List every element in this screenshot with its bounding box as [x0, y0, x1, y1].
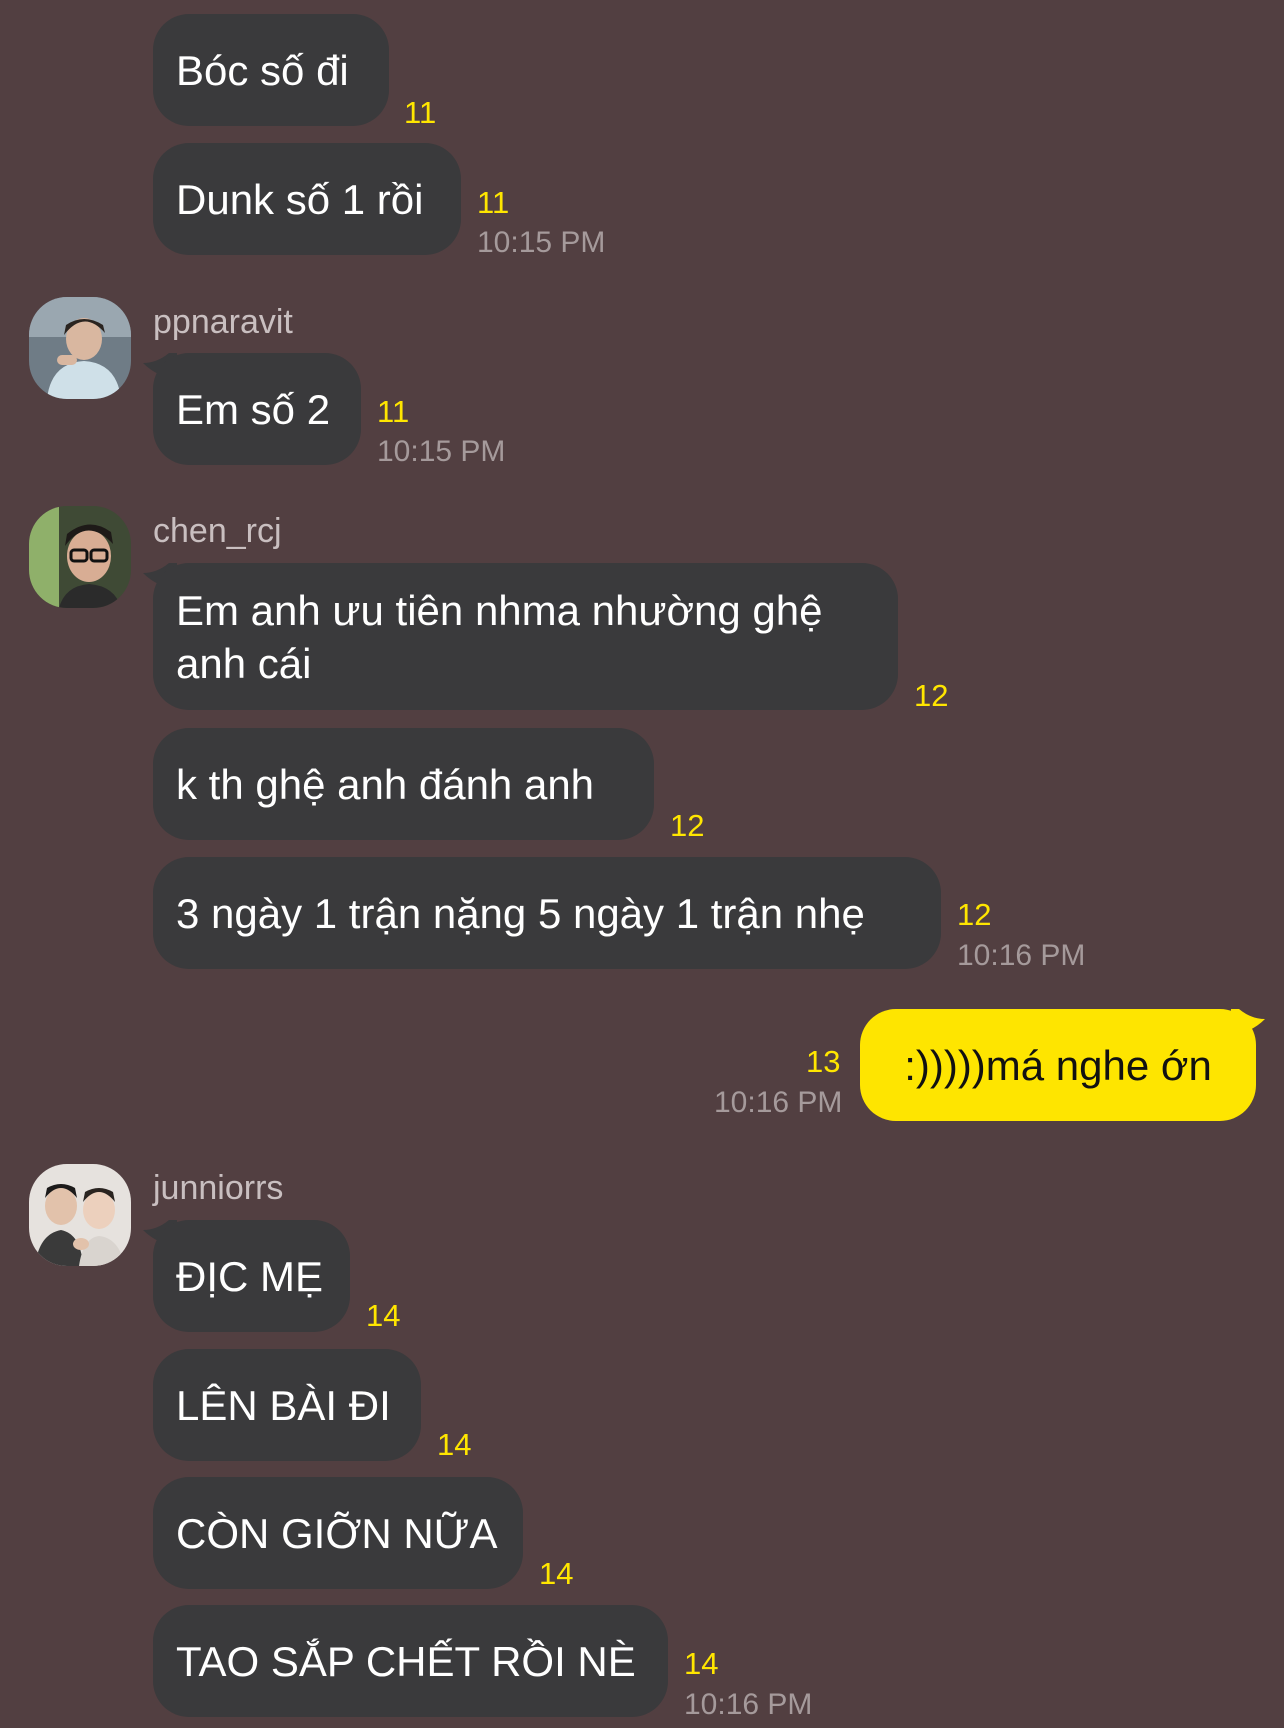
message-bubble[interactable]: Bóc số đi — [153, 14, 389, 126]
unread-count: 14 — [539, 1556, 574, 1591]
message-bubble[interactable]: CÒN GIỠN NỮA — [153, 1477, 523, 1589]
unread-count: 12 — [957, 897, 992, 932]
unread-count: 11 — [477, 185, 510, 220]
unread-count: 12 — [914, 678, 949, 713]
avatar[interactable] — [29, 506, 131, 608]
sender-name: junniorrs — [153, 1169, 284, 1207]
message-timestamp: 10:15 PM — [377, 435, 506, 468]
message-text: LÊN BÀI ĐI — [176, 1381, 391, 1429]
message-text: Em số 2 — [176, 385, 331, 433]
sender-name: chen_rcj — [153, 512, 282, 550]
unread-count: 14 — [684, 1646, 719, 1681]
avatar[interactable] — [29, 1164, 131, 1266]
message-text: TAO SẮP CHẾT RỒI NÈ — [176, 1637, 636, 1685]
message-text: k th ghệ anh đánh anh — [176, 760, 595, 808]
unread-count: 14 — [437, 1427, 472, 1462]
sender-name: ppnaravit — [153, 303, 293, 341]
message-text: Dunk số 1 rồi — [176, 175, 424, 223]
message-bubble[interactable]: TAO SẮP CHẾT RỒI NÈ — [153, 1605, 668, 1717]
message-text: 3 ngày 1 trận nặng 5 ngày 1 trận nhẹ — [176, 889, 865, 937]
message-bubble[interactable]: Em số 2 — [153, 353, 361, 465]
unread-count: 13 — [806, 1044, 841, 1079]
unread-count: 11 — [377, 394, 410, 429]
message-text: ĐỊC MẸ — [176, 1252, 323, 1300]
message-bubble[interactable]: Dunk số 1 rồi — [153, 143, 461, 255]
message-text: Bóc số đi — [176, 46, 349, 94]
message-bubble[interactable]: k th ghệ anh đánh anh — [153, 728, 654, 840]
message-timestamp: 10:15 PM — [477, 226, 606, 259]
unread-count: 14 — [366, 1298, 401, 1333]
unread-count: 11 — [404, 95, 437, 130]
unread-count: 12 — [670, 808, 705, 843]
message-text: CÒN GIỠN NỮA — [176, 1509, 498, 1557]
message-text: Em anh ưu tiên nhma nhường ghệ anh cái — [176, 587, 823, 687]
message-bubble[interactable]: LÊN BÀI ĐI — [153, 1349, 421, 1461]
message-bubble[interactable]: Em anh ưu tiên nhma nhường ghệ anh cái — [153, 563, 898, 710]
message-timestamp: 10:16 PM — [684, 1688, 813, 1721]
message-timestamp: 10:16 PM — [714, 1086, 843, 1119]
message-bubble[interactable]: ĐỊC MẸ — [153, 1220, 350, 1332]
message-timestamp: 10:16 PM — [957, 939, 1086, 972]
message-bubble[interactable]: 3 ngày 1 trận nặng 5 ngày 1 trận nhẹ — [153, 857, 941, 969]
my-message-bubble[interactable]: :)))))má nghe ớn — [860, 1009, 1256, 1121]
message-text: :)))))má nghe ớn — [904, 1041, 1212, 1089]
avatar[interactable] — [29, 297, 131, 399]
